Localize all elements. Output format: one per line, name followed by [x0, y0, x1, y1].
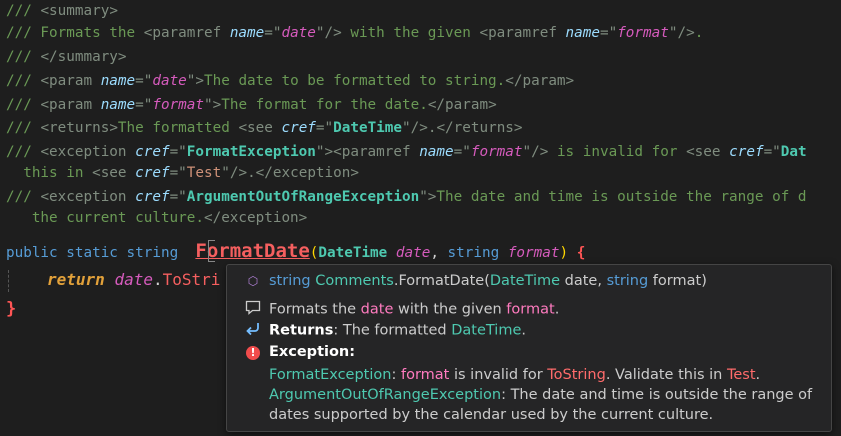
hover-exception-header: ! Exception: — [243, 344, 355, 360]
code-line-6: /// <returns>The formatted <see cref="Da… — [6, 120, 523, 136]
code-line-7: /// <exception cref="FormatException"><p… — [6, 144, 807, 160]
hover-returns: Returns: The formatted DateTime. — [243, 321, 526, 340]
comment-icon — [243, 300, 263, 319]
code-line-11: public static string FormatDate(DateTime… — [6, 240, 586, 262]
hover-signature: ⬡ string Comments.FormatDate(DateTime dat… — [243, 273, 707, 289]
code-line-4: /// <param name="date">The date to be fo… — [6, 73, 575, 89]
hover-exception-body: FormatException: format is invalid for T… — [269, 365, 819, 425]
code-line-12: return date.ToStri — [47, 270, 221, 289]
code-line-10: the current culture.</exception> — [31, 210, 308, 226]
return-arrow-icon — [243, 321, 263, 340]
code-line-2: /// Formats the <paramref name="date"/> … — [6, 25, 704, 41]
exception-argument-out-of-range: ArgumentOutOfRangeException: The date an… — [269, 387, 813, 423]
code-line-8: this in <see cref="Test"/>.</exception> — [23, 165, 359, 181]
indent-guide — [8, 270, 9, 292]
code-line-1: /// <summary> — [6, 3, 118, 19]
code-line-3: /// </summary> — [6, 49, 127, 65]
text-cursor — [208, 240, 215, 262]
hover-tooltip: ⬡ string Comments.FormatDate(DateTime dat… — [226, 264, 832, 432]
code-line-9: /// <exception cref="ArgumentOutOfRangeE… — [6, 189, 807, 205]
code-line-5: /// <param name="format">The format for … — [6, 97, 497, 113]
hover-summary: Formats the date with the given format. — [243, 300, 559, 319]
exception-format: FormatException: format is invalid for T… — [269, 367, 761, 383]
error-icon: ! — [243, 344, 263, 360]
cube-icon: ⬡ — [247, 274, 259, 288]
code-line-13: } — [6, 299, 17, 319]
